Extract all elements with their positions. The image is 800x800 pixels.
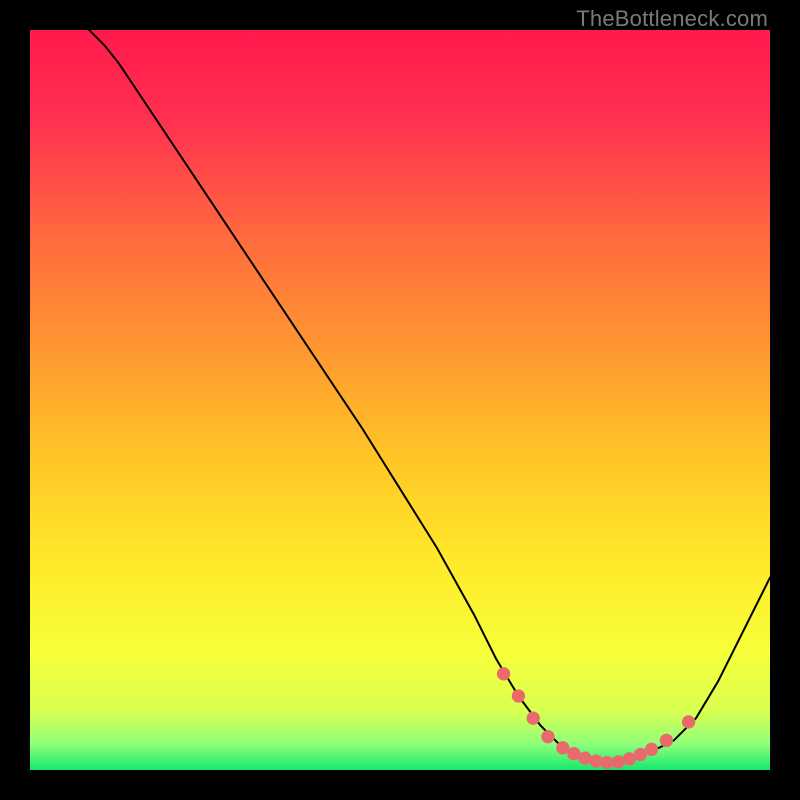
marker-dot (645, 743, 658, 756)
marker-dot (527, 712, 540, 725)
plot-area (30, 30, 770, 770)
marker-dot (512, 689, 525, 702)
marker-dot (682, 715, 695, 728)
marker-dot (660, 734, 673, 747)
watermark-text: TheBottleneck.com (576, 6, 768, 32)
bottleneck-curve (89, 30, 770, 763)
marker-dot (497, 667, 510, 680)
curve-layer (30, 30, 770, 770)
marker-dot (541, 730, 554, 743)
chart-frame: TheBottleneck.com (0, 0, 800, 800)
highlight-dots (497, 667, 695, 769)
